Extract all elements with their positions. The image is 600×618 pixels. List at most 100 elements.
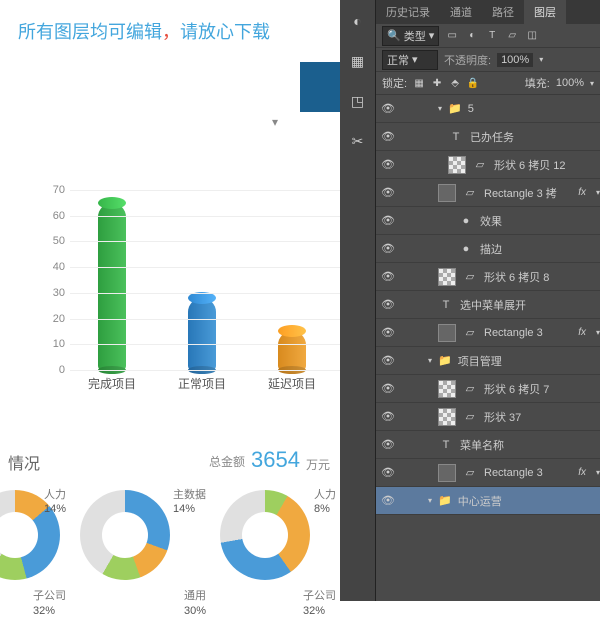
visibility-icon[interactable]: 👁 [380,354,396,367]
visibility-icon[interactable]: 👁 [380,270,396,283]
visibility-icon[interactable]: 👁 [380,438,396,451]
layer-row[interactable]: 👁●描边 [376,235,600,263]
lock-artboard-icon[interactable]: ⬘ [449,76,461,90]
donut-label: 子公司32% [303,589,336,618]
tab-paths[interactable]: 路径 [482,0,524,24]
filter-row: 🔍 类型 ▾ ▭ ◐ T ▱ ◫ [376,24,600,48]
tool-icon[interactable]: ◳ [347,90,369,112]
donut-label: 子公司32% [33,589,66,618]
layer-name[interactable]: 形状 6 拷贝 12 [494,157,600,173]
folder-icon: 📁 [438,354,452,367]
layer-row[interactable]: 👁T已办任务 [376,123,600,151]
x-label: 完成项目 [82,375,142,392]
layer-row[interactable]: 👁▱形状 6 拷贝 8 [376,263,600,291]
y-tick: 10 [53,338,65,350]
tab-layers[interactable]: 图层 [524,0,566,24]
shape-layer-icon: ▱ [472,158,488,171]
blend-mode-select[interactable]: 正常 ▾ [382,50,438,70]
text-layer-icon: T [438,439,454,451]
folder-icon: 📁 [448,102,462,115]
layer-row[interactable]: 👁▱形状 6 拷贝 7 [376,375,600,403]
layer-name[interactable]: Rectangle 3 拷 [484,185,572,201]
y-tick: 70 [53,184,65,196]
layer-row[interactable]: 👁 ▾ 📁 项目管理 [376,347,600,375]
bar-chart: 010203040506070 完成项目正常项目延迟项目 [40,190,340,400]
dropdown-caret-icon[interactable]: ▾ [272,115,292,135]
shape-layer-icon: ▱ [462,186,478,199]
layer-row[interactable]: 👁▾📁中心运营 [376,487,600,515]
layer-row[interactable]: 👁 ▾ 📁 5 [376,95,600,123]
visibility-icon[interactable]: 👁 [380,102,396,115]
layer-name[interactable]: 已办任务 [470,129,600,145]
lock-all-icon[interactable]: 🔒 [467,76,479,90]
layer-row[interactable]: 👁▱形状 37 [376,403,600,431]
visibility-icon[interactable]: 👁 [380,382,396,395]
disclosure-icon[interactable]: ▾ [428,356,432,365]
grid-line [70,190,340,191]
opacity-value[interactable]: 100% [497,53,533,67]
y-tick: 30 [53,287,65,299]
tool-icon[interactable]: ◐ [347,10,369,32]
fx-disclosure-icon[interactable]: ▾ [596,188,600,197]
visibility-icon[interactable]: 👁 [380,410,396,423]
layer-name[interactable]: 形状 6 拷贝 7 [484,381,600,397]
layer-name[interactable]: 形状 37 [484,409,600,425]
disclosure-icon[interactable]: ▾ [438,104,442,113]
layer-row[interactable]: 👁●效果 [376,207,600,235]
fx-badge[interactable]: fx [578,327,586,338]
layer-name[interactable]: 5 [468,103,600,115]
visibility-icon[interactable]: 👁 [380,494,396,507]
filter-smart-icon[interactable]: ◫ [525,29,539,43]
filter-shape-icon[interactable]: ▱ [505,29,519,43]
lock-pixels-icon[interactable]: ▦ [413,76,425,90]
fx-badge[interactable]: fx [578,467,586,478]
tab-channels[interactable]: 通道 [440,0,482,24]
visibility-icon[interactable]: 👁 [380,298,396,311]
layer-name[interactable]: 效果 [480,213,600,229]
visibility-icon[interactable]: 👁 [380,466,396,479]
visibility-icon[interactable]: 👁 [380,130,396,143]
grid-line [70,344,340,345]
x-label: 延迟项目 [262,375,322,392]
fill-value[interactable]: 100% [556,77,584,89]
layer-name[interactable]: 选中菜单展开 [460,297,600,313]
layer-name[interactable]: 项目管理 [458,353,600,369]
y-tick: 0 [59,364,65,376]
layer-row[interactable]: 👁 ▱ Rectangle 3 拷 fx ▾ [376,179,600,207]
visibility-icon[interactable]: 👁 [380,242,396,255]
visibility-icon[interactable]: 👁 [380,214,396,227]
layer-row[interactable]: 👁 ▱ Rectangle 3 fx ▾ [376,319,600,347]
filter-adjust-icon[interactable]: ◐ [465,29,479,43]
layer-row[interactable]: 👁 ▱ 形状 6 拷贝 12 [376,151,600,179]
tab-history[interactable]: 历史记录 [376,0,440,24]
layer-row[interactable]: 👁 T 菜单名称 [376,431,600,459]
layer-name[interactable]: 中心运营 [458,493,600,509]
layer-row[interactable]: 👁T选中菜单展开 [376,291,600,319]
layer-thumbnail [438,408,456,426]
filter-kind-select[interactable]: 🔍 类型 ▾ [382,26,439,46]
y-tick: 40 [53,261,65,273]
layer-name[interactable]: Rectangle 3 [484,467,572,479]
visibility-icon[interactable]: 👁 [380,326,396,339]
visibility-icon[interactable]: 👁 [380,186,396,199]
crop-icon[interactable]: ✂ [347,130,369,152]
grid-line [70,319,340,320]
filter-text-icon[interactable]: T [485,29,499,43]
disclosure-icon[interactable]: ▾ [428,496,432,505]
layer-row[interactable]: 👁▱Rectangle 3fx▾ [376,459,600,487]
x-label: 正常项目 [172,375,232,392]
layer-name[interactable]: 形状 6 拷贝 8 [484,269,600,285]
layer-name[interactable]: Rectangle 3 [484,327,572,339]
shape-layer-icon: ▱ [462,326,478,339]
layer-name[interactable]: 菜单名称 [460,437,600,453]
lock-position-icon[interactable]: ✚ [431,76,443,90]
fx-disclosure-icon[interactable]: ▾ [596,468,600,477]
filter-image-icon[interactable]: ▭ [445,29,459,43]
layers-panel: 历史记录 通道 路径 图层 🔍 类型 ▾ ▭ ◐ T ▱ ◫ 正常 ▾ 不透明度… [376,0,600,601]
visibility-icon[interactable]: 👁 [380,158,396,171]
layer-name[interactable]: 描边 [480,241,600,257]
tool-icon[interactable]: ▦ [347,50,369,72]
layer-thumbnail [438,184,456,202]
fx-badge[interactable]: fx [578,187,586,198]
fx-disclosure-icon[interactable]: ▾ [596,328,600,337]
